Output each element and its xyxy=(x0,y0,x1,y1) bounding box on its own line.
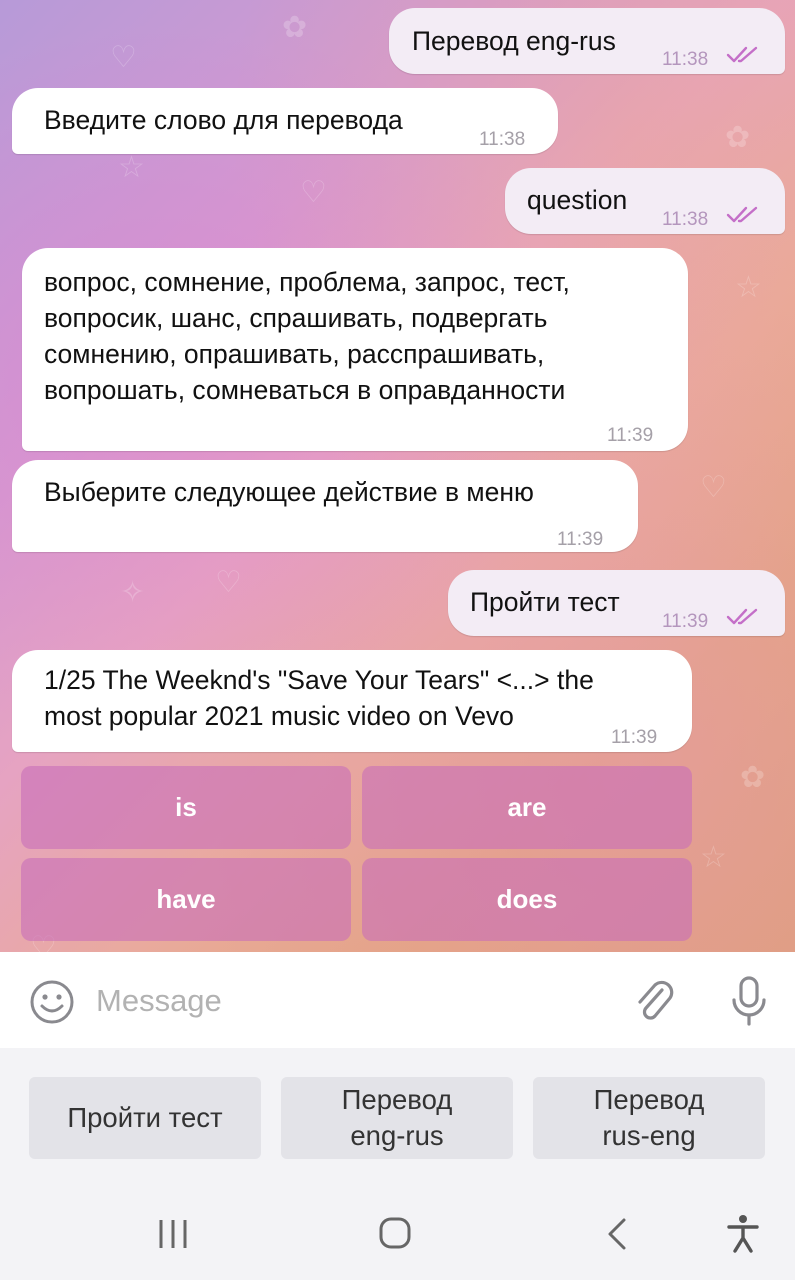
message-time: 11:38 xyxy=(662,209,709,230)
message-time: 11:39 xyxy=(607,425,654,446)
message-input-bar xyxy=(0,952,795,1048)
inline-answer-button[interactable]: have xyxy=(21,858,351,941)
chat-area: ♡ ✿ ☆ ♡ ☆ ✿ ♡ ✧ ♡ ✿ ♡ ☆ Перевод eng-rus … xyxy=(0,0,795,952)
message-bubble[interactable]: question 11:38 xyxy=(505,168,785,234)
reply-button-label: Пройти тест xyxy=(67,1102,223,1133)
paperclip-icon[interactable] xyxy=(632,978,678,1026)
recent-apps-icon[interactable] xyxy=(156,1216,190,1252)
message-text: question xyxy=(527,185,628,215)
message-time: 11:38 xyxy=(479,129,526,150)
reply-button-translate-rus-eng[interactable]: Перевод rus-eng xyxy=(533,1077,765,1159)
message-line: most popular 2021 music video on Vevo xyxy=(44,701,514,731)
home-icon[interactable] xyxy=(378,1216,412,1250)
message-line: вопросик, шанс, спрашивать, подвергать xyxy=(44,303,548,333)
message-line: 1/25 The Weeknd's "Save Your Tears" <...… xyxy=(44,665,594,695)
message-time: 11:39 xyxy=(557,529,604,550)
reply-button-label: Перевод xyxy=(593,1084,705,1115)
reply-button-take-test[interactable]: Пройти тест xyxy=(29,1077,261,1159)
reply-button-label: eng-rus xyxy=(350,1120,444,1151)
message-line: вопрос, сомнение, проблема, запрос, тест… xyxy=(44,267,570,297)
message-bubble[interactable]: Пройти тест 11:39 xyxy=(448,570,785,636)
message-text: Перевод eng-rus xyxy=(412,26,616,56)
microphone-icon[interactable] xyxy=(728,974,770,1028)
message-time: 11:38 xyxy=(662,49,709,70)
message-time: 11:39 xyxy=(662,611,709,632)
message-bubble[interactable]: Выберите следующее действие в меню 11:39 xyxy=(12,460,638,552)
back-icon[interactable] xyxy=(604,1216,630,1252)
double-check-icon xyxy=(726,206,758,223)
message-bubble[interactable]: Перевод eng-rus 11:38 xyxy=(389,8,785,74)
reply-keyboard: Пройти тест Перевод eng-rus Перевод rus-… xyxy=(0,1048,795,1190)
message-bubble[interactable]: вопрос, сомнение, проблема, запрос, тест… xyxy=(22,248,688,451)
message-bubble[interactable]: 1/25 The Weeknd's "Save Your Tears" <...… xyxy=(12,650,692,752)
message-text: Введите слово для перевода xyxy=(44,105,403,135)
double-check-icon xyxy=(726,46,758,63)
system-navigation-bar xyxy=(0,1190,795,1280)
message-time: 11:39 xyxy=(611,727,658,748)
message-bubble[interactable]: Введите слово для перевода 11:38 xyxy=(12,88,558,154)
inline-answer-button[interactable]: does xyxy=(362,858,692,941)
smiley-icon[interactable] xyxy=(28,978,76,1026)
inline-answer-button[interactable]: are xyxy=(362,766,692,849)
message-text: Выберите следующее действие в меню xyxy=(44,477,534,507)
reply-button-translate-eng-rus[interactable]: Перевод eng-rus xyxy=(281,1077,513,1159)
reply-button-label: rus-eng xyxy=(602,1120,696,1151)
message-input[interactable] xyxy=(96,974,616,1028)
message-line: вопрошать, сомневаться в оправданности xyxy=(44,375,566,405)
message-text: Пройти тест xyxy=(470,587,620,617)
reply-button-label: Перевод xyxy=(341,1084,453,1115)
double-check-icon xyxy=(726,608,758,625)
message-line: сомнению, опрашивать, расспрашивать, xyxy=(44,339,545,369)
inline-answer-button[interactable]: is xyxy=(21,766,351,849)
accessibility-icon[interactable] xyxy=(726,1214,760,1254)
